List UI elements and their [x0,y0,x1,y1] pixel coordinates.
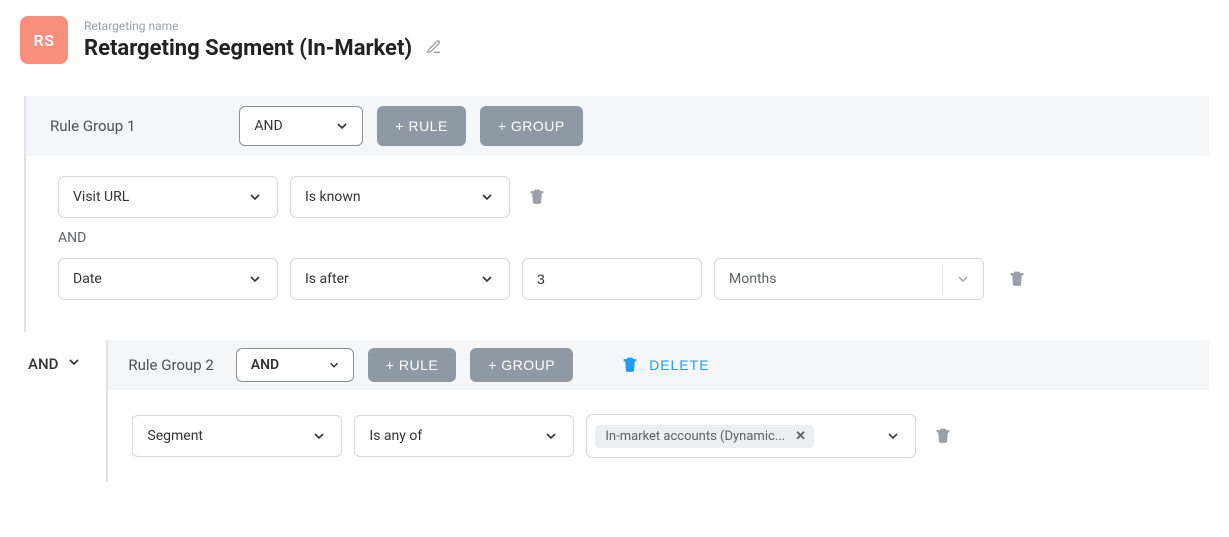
group-body: Visit URL Is known AND [26,156,1209,332]
group-operator-select[interactable]: AND [236,348,354,382]
chevron-down-icon [66,354,82,374]
group-connector-value: AND [28,355,58,373]
rule-condition-select[interactable]: Is any of [354,415,574,457]
title-row: Retargeting Segment (In-Market) [84,35,446,62]
rule-field-select[interactable]: Visit URL [58,176,278,218]
rule-field-select[interactable]: Segment [132,415,342,457]
group-body: Segment Is any of In-market account [108,390,1209,482]
rule-condition-select[interactable]: Is after [290,258,510,300]
add-rule-button[interactable]: + RULE [368,348,456,382]
trash-icon [528,187,546,208]
chevron-down-icon [543,428,559,444]
delete-group-label: DELETE [649,357,709,373]
delete-rule-button[interactable] [1002,263,1032,296]
delete-rule-button[interactable] [522,181,552,214]
rule-row: Visit URL Is known [58,176,1185,218]
group-header: Rule Group 2 AND + RULE + GROUP DELETE [108,340,1209,390]
rule-field-value: Segment [147,428,203,444]
rule-unit-value: Months [715,271,942,287]
rule-field-value: Date [73,271,102,287]
trash-icon [621,355,639,376]
title-label: Retargeting name [84,19,446,33]
group-connector-select[interactable]: AND [24,348,86,380]
chevron-down-icon [327,358,341,372]
delete-group-button[interactable]: DELETE [617,355,713,376]
chevron-down-icon [479,189,495,205]
delete-rule-button[interactable] [928,420,958,453]
avatar-initials: RS [34,31,55,50]
rule-field-select[interactable]: Date [58,258,278,300]
group-operator-value: AND [254,118,282,134]
group-operator-select[interactable]: AND [239,106,363,146]
rule-condition-select[interactable]: Is known [290,176,510,218]
rule-value-multiselect[interactable]: In-market accounts (Dynamic... ✕ [586,414,916,458]
rule-condition-value: Is any of [369,428,422,444]
rule-row: Segment Is any of In-market account [132,414,1185,458]
chevron-down-icon [334,118,350,134]
rule-unit-select[interactable]: Months [714,258,984,300]
trash-icon [1008,269,1026,290]
page-header: RS Retargeting name Retargeting Segment … [20,16,1209,64]
group-operator-value: AND [251,357,279,373]
tag-label: In-market accounts (Dynamic... [605,429,785,444]
rule-field-value: Visit URL [73,189,129,205]
group-header: Rule Group 1 AND + RULE + GROUP [26,96,1209,156]
pencil-icon [426,39,442,58]
chevron-down-icon [885,428,901,444]
chevron-down-icon [943,271,983,287]
chevron-down-icon [311,428,327,444]
page-title: Retargeting Segment (In-Market) [84,36,412,61]
rule-group-2: Rule Group 2 AND + RULE + GROUP DELETE [106,340,1209,482]
title-block: Retargeting name Retargeting Segment (In… [84,19,446,62]
chevron-down-icon [247,189,263,205]
chevron-down-icon [247,271,263,287]
trash-icon [934,426,952,447]
rule-groups: Rule Group 1 AND + RULE + GROUP Visit UR… [24,96,1209,482]
group-title: Rule Group 2 [128,356,213,374]
selected-tag: In-market accounts (Dynamic... ✕ [595,425,814,448]
add-group-button[interactable]: + GROUP [470,348,573,382]
group-connector: AND Rule Group 2 AND + RULE + GROUP [24,340,1209,482]
add-rule-button[interactable]: + RULE [377,106,465,146]
chevron-down-icon [479,271,495,287]
rule-condition-value: Is known [305,189,361,205]
rule-group-1: Rule Group 1 AND + RULE + GROUP Visit UR… [24,96,1209,332]
rule-value-input[interactable] [522,258,702,300]
edit-title-button[interactable] [422,35,446,62]
group-title: Rule Group 1 [50,117,135,135]
remove-tag-button[interactable]: ✕ [795,429,806,444]
rule-row: Date Is after Months [58,258,1185,300]
rule-condition-value: Is after [305,271,349,287]
add-group-button[interactable]: + GROUP [480,106,583,146]
rule-connector-label: AND [58,230,1185,246]
avatar: RS [20,16,68,64]
